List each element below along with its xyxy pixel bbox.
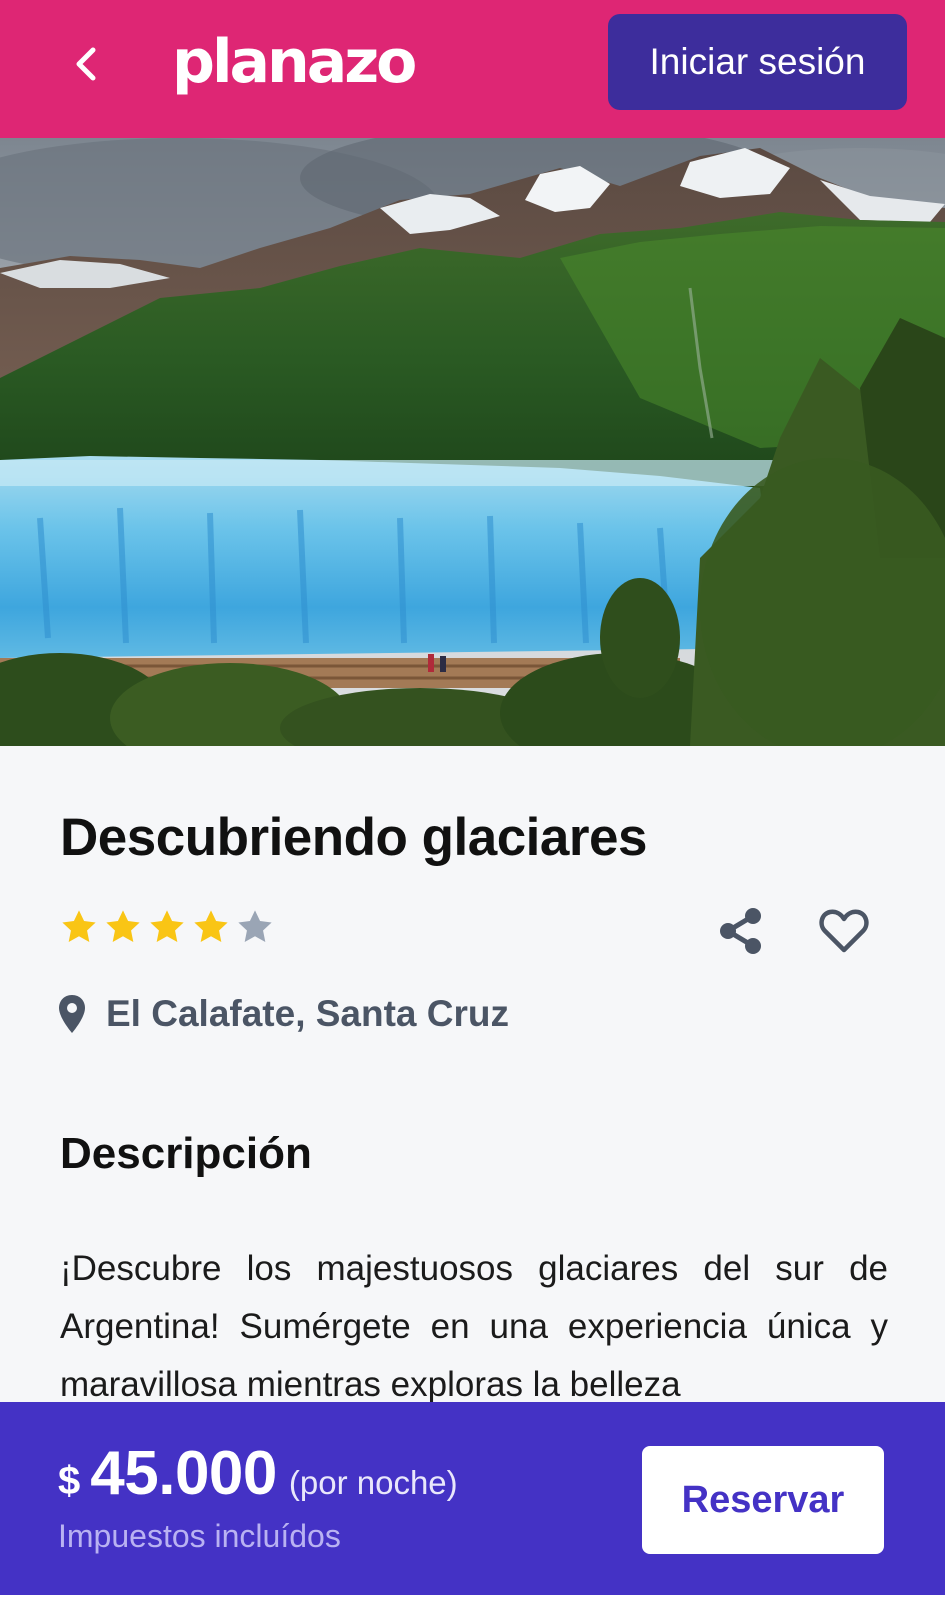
top-header: planazo Iniciar sesión	[0, 0, 945, 138]
listing-details: Descubriendo glaciares El Calafate, Sant…	[0, 746, 945, 1404]
star-icon	[238, 910, 272, 943]
price-currency: $	[58, 1459, 81, 1503]
hero-image	[0, 138, 945, 746]
bottom-strip	[0, 1595, 945, 1602]
taxes-note: Impuestos incluídos	[58, 1518, 341, 1554]
price-unit: (por noche)	[288, 1464, 458, 1501]
location: El Calafate, Santa Cruz	[58, 992, 509, 1036]
heart-icon	[819, 909, 869, 953]
star-icon	[150, 910, 184, 943]
back-button[interactable]	[58, 36, 114, 92]
share-icon	[720, 908, 761, 954]
star-icon	[194, 910, 228, 943]
star-icon	[62, 910, 96, 943]
description-text: ¡Descubre los majestuosos glaciares del …	[60, 1249, 888, 1404]
description-heading: Descripción	[60, 1129, 312, 1178]
price-row: $ 45.000 (por noche)	[58, 1438, 458, 1509]
reserve-button[interactable]: Reservar	[642, 1446, 884, 1554]
login-button[interactable]: Iniciar sesión	[608, 14, 907, 110]
booking-bar: $ 45.000 (por noche) Impuestos incluídos…	[0, 1402, 945, 1602]
back-icon	[76, 47, 96, 81]
location-text: El Calafate, Santa Cruz	[106, 993, 510, 1034]
price-amount: 45.000	[90, 1439, 277, 1508]
location-pin-icon	[59, 995, 85, 1033]
star-icon	[106, 910, 140, 943]
share-button[interactable]	[716, 906, 766, 956]
brand-logo[interactable]: planazo	[172, 24, 417, 100]
rating-stars	[58, 906, 276, 948]
listing-title: Descubriendo glaciares	[60, 808, 647, 867]
favorite-button[interactable]	[817, 906, 871, 956]
